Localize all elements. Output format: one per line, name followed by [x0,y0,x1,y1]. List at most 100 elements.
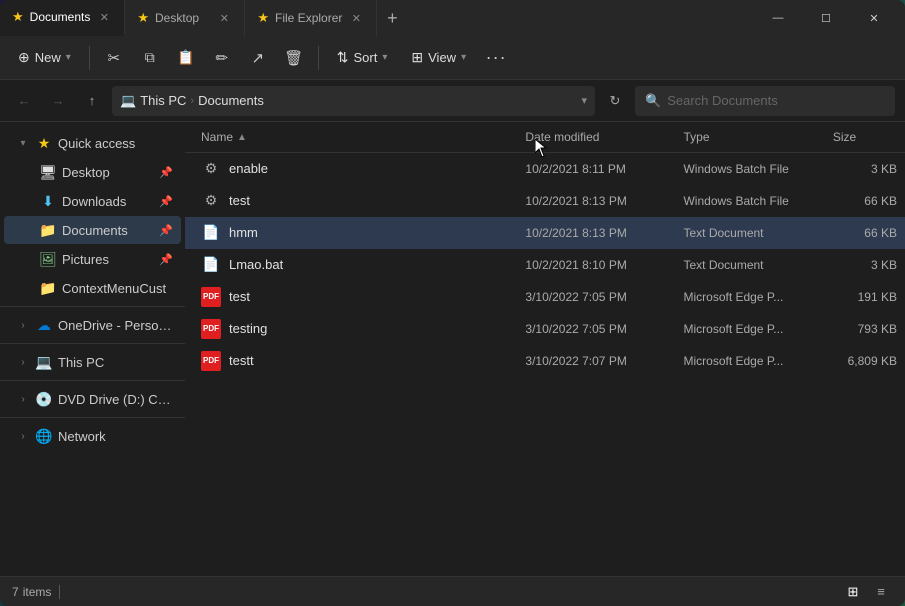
table-row[interactable]: ⚙ test 10/2/2021 8:13 PM Windows Batch F… [185,185,905,217]
file-size: 3 KB [825,258,905,272]
sidebar-item-contextmenu[interactable]: 📁 ContextMenuCust [4,274,181,302]
paste-button[interactable]: 📋 [170,42,202,74]
table-row[interactable]: 📄 Lmao.bat 10/2/2021 8:10 PM Text Docume… [185,249,905,281]
file-explorer-window: ★ Documents ✕ ★ Desktop ✕ ★ File Explore… [0,0,905,606]
pin-icon: 📌 [159,166,173,179]
file-type: Text Document [675,226,824,240]
tab-file-explorer[interactable]: ★ File Explorer ✕ [245,0,377,36]
file-name: test [229,289,250,304]
table-row[interactable]: PDF testing 3/10/2022 7:05 PM Microsoft … [185,313,905,345]
table-row[interactable]: 📄 hmm 10/2/2021 8:13 PM Text Document 66… [185,217,905,249]
minimize-button[interactable]: — [755,0,801,36]
sidebar-item-onedrive[interactable]: › ☁ OneDrive - Personal [4,311,181,339]
txt-icon: 📄 [202,224,219,241]
col-date-header[interactable]: Date modified [517,126,675,148]
table-row[interactable]: PDF test 3/10/2022 7:05 PM Microsoft Edg… [185,281,905,313]
more-button[interactable]: ··· [480,42,512,74]
file-list: ⚙ enable 10/2/2021 8:11 PM Windows Batch… [185,153,905,576]
sidebar-item-documents[interactable]: 📁 Documents 📌 [4,216,181,244]
file-type: Windows Batch File [675,194,824,208]
sidebar-quick-access[interactable]: ▾ ★ Quick access [4,129,181,157]
sidebar-item-thispc[interactable]: › 💻 This PC [4,348,181,376]
pdf-icon: PDF [201,351,221,371]
sidebar-sep-3 [0,380,185,381]
sidebar-item-pictures[interactable]: 🖼 Pictures 📌 [4,245,181,273]
address-path[interactable]: 💻 This PC › Documents ▾ [112,86,595,116]
sidebar-dvd-label: DVD Drive (D:) CCC [58,392,173,407]
sidebar-item-network[interactable]: › 🌐 Network [4,422,181,450]
file-type: Microsoft Edge P... [675,290,824,304]
sidebar-item-desktop[interactable]: 🖥 Desktop 📌 [4,158,181,186]
delete-button[interactable]: 🗑 [278,42,310,74]
folder-icon: 📁 [40,280,56,296]
close-button[interactable]: ✕ [851,0,897,36]
path-thispc: This PC [140,93,186,108]
sidebar-pictures-label: Pictures [62,252,153,267]
col-size-label: Size [833,130,856,144]
sidebar-downloads-label: Downloads [62,194,153,209]
tab-desktop[interactable]: ★ Desktop ✕ [125,0,245,36]
expand-icon-dvd: › [16,392,30,406]
file-icon: PDF [201,319,221,339]
sidebar-sep-1 [0,306,185,307]
rename-button[interactable]: ✏ [206,42,238,74]
search-box[interactable]: 🔍 Search Documents [635,86,895,116]
back-button[interactable]: ← [10,87,38,115]
bat-icon: ⚙ [205,160,218,177]
new-tab-button[interactable]: + [377,3,407,33]
file-size: 66 KB [825,194,905,208]
sidebar-item-downloads[interactable]: ⬇ Downloads 📌 [4,187,181,215]
tab-documents-close[interactable]: ✕ [96,9,112,25]
sort-icon: ⇅ [337,49,349,66]
table-row[interactable]: ⚙ enable 10/2/2021 8:11 PM Windows Batch… [185,153,905,185]
forward-icon: → [52,93,65,108]
tab-star-icon: ★ [12,9,24,25]
sidebar-onedrive-label: OneDrive - Personal [58,318,173,333]
col-name-header[interactable]: Name ▲ [185,126,517,148]
col-size-header[interactable]: Size [825,126,905,148]
sidebar-item-dvd[interactable]: › 💿 DVD Drive (D:) CCC [4,385,181,413]
pin-icon-pics: 📌 [159,253,173,266]
refresh-icon: ↻ [610,93,621,109]
status-separator [59,585,60,599]
documents-icon: 📁 [40,222,56,238]
new-dropdown-icon: ▾ [66,52,71,63]
tab-file-explorer-close[interactable]: ✕ [348,10,364,26]
file-size: 191 KB [825,290,905,304]
network-icon: 🌐 [36,428,52,444]
share-button[interactable]: ↗ [242,42,274,74]
file-date: 10/2/2021 8:13 PM [517,194,675,208]
refresh-button[interactable]: ↻ [601,87,629,115]
tab-star-icon2: ★ [137,10,149,26]
file-date: 10/2/2021 8:11 PM [517,162,675,176]
up-button[interactable]: ↑ [78,87,106,115]
view-button[interactable]: ⊞ View ▾ [401,44,476,71]
grid-view-button[interactable]: ⊞ [841,580,865,604]
copy-button[interactable]: ⧉ [134,42,166,74]
list-view-button[interactable]: ≡ [869,580,893,604]
grid-view-icon: ⊞ [848,584,859,600]
toolbar-divider-1 [89,46,90,70]
file-count: 7 [12,585,19,599]
view-label: View [428,50,456,65]
downloads-icon: ⬇ [40,193,56,209]
sort-button[interactable]: ⇅ Sort ▾ [327,44,398,71]
file-type: Text Document [675,258,824,272]
tab-desktop-close[interactable]: ✕ [216,10,232,26]
col-type-header[interactable]: Type [675,126,824,148]
file-icon: 📄 [201,223,221,243]
table-row[interactable]: PDF testt 3/10/2022 7:07 PM Microsoft Ed… [185,345,905,377]
tab-documents[interactable]: ★ Documents ✕ [0,0,125,36]
txt-icon: 📄 [202,256,219,273]
new-button[interactable]: ⊕ New ▾ [8,44,81,71]
expand-icon: ▾ [16,136,30,150]
file-name: testing [229,321,267,336]
maximize-button[interactable]: ☐ [803,0,849,36]
file-name: Lmao.bat [229,257,283,272]
cut-button[interactable]: ✂ [98,42,130,74]
toolbar-divider-2 [318,46,319,70]
file-name-cell: ⚙ test [185,191,517,211]
expand-icon-pc: › [16,355,30,369]
status-bar: 7 items ⊞ ≡ [0,576,905,606]
forward-button[interactable]: → [44,87,72,115]
